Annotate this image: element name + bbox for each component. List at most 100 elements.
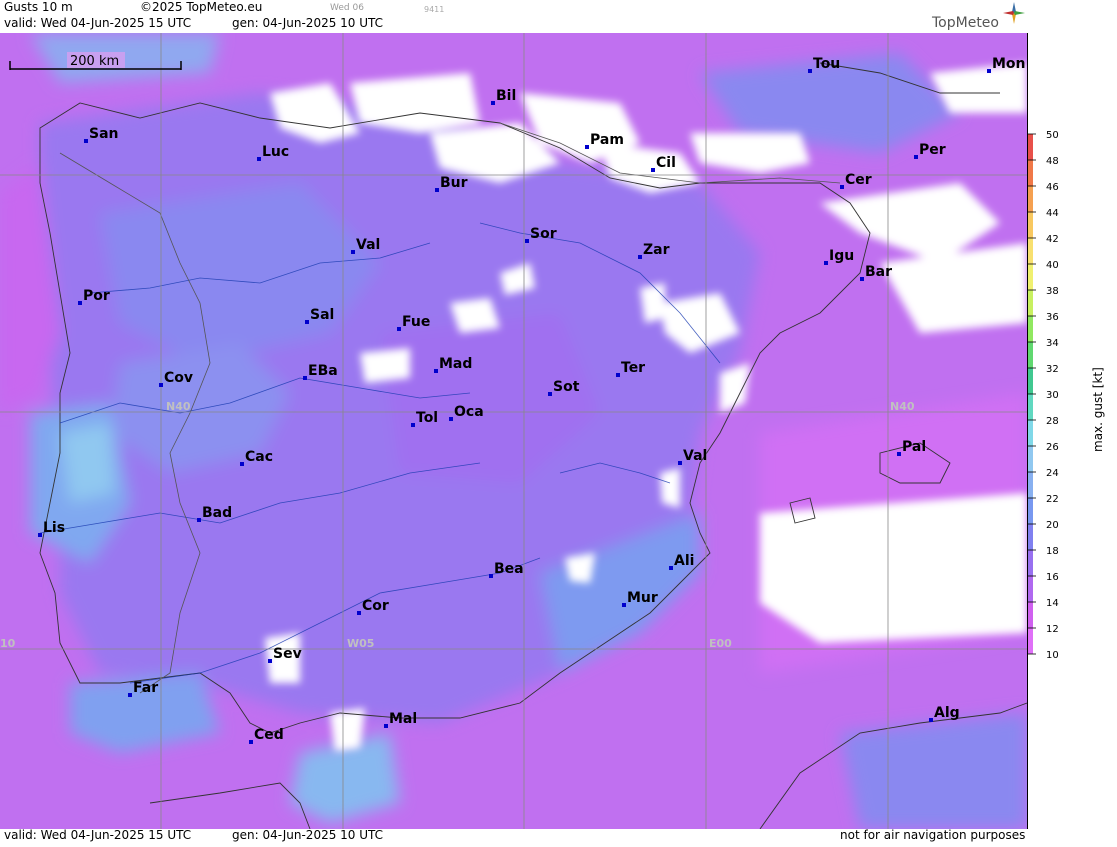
city-dot (434, 369, 438, 373)
city-label: Lis (43, 520, 65, 536)
legend-swatch (1028, 290, 1033, 316)
legend-swatch (1028, 498, 1033, 524)
grid-label-n40: N40 (166, 400, 191, 413)
legend-swatch (1028, 134, 1033, 160)
footer-disclaimer: not for air navigation purposes (840, 828, 1026, 842)
city-label: Mad (439, 356, 472, 372)
city-marker-bur: Bur (435, 175, 468, 192)
city-marker-val: Val (351, 237, 380, 254)
city-label: Cor (362, 598, 389, 614)
city-marker-alg: Alg (929, 705, 960, 722)
city-marker-sal: Sal (305, 307, 334, 324)
city-label: Ced (254, 727, 284, 743)
city-dot (249, 740, 253, 744)
city-label: Bil (496, 88, 516, 104)
legend-tick-label: 12 (1046, 624, 1059, 635)
city-label: Pam (590, 132, 624, 148)
legend-tick-label: 30 (1046, 390, 1059, 401)
city-dot (489, 574, 493, 578)
city-dot (824, 261, 828, 265)
city-marker-bea: Bea (489, 561, 524, 578)
city-marker-tou: Tou (808, 56, 840, 73)
gust-map[interactable]: N40 N40 W05 E00 10 200 km San Luc Bil Pam Ci… (0, 33, 1028, 829)
city-dot (525, 239, 529, 243)
legend-swatch (1028, 628, 1033, 654)
city-dot (384, 724, 388, 728)
city-marker-pam: Pam (585, 132, 624, 149)
city-label: Cac (245, 449, 273, 465)
footer-valid-time: valid: Wed 04-Jun-2025 15 UTC (4, 828, 192, 842)
day-label: Wed 06 (330, 3, 364, 13)
city-dot (616, 373, 620, 377)
city-dot (669, 566, 673, 570)
city-label: Fue (402, 314, 430, 330)
generated-time: gen: 04-Jun-2025 10 UTC (232, 16, 384, 30)
city-marker-mad: Mad (434, 356, 472, 373)
city-dot (159, 383, 163, 387)
city-label: Val (356, 237, 380, 253)
legend-swatch (1028, 212, 1033, 238)
city-marker-mal: Mal (384, 711, 417, 728)
legend-tick-label: 42 (1046, 234, 1059, 245)
grid-label-n40-east: N40 (890, 400, 915, 413)
footer-bar: valid: Wed 04-Jun-2025 15 UTC gen: 04-Ju… (0, 828, 1027, 843)
city-marker-sev: Sev (268, 646, 302, 663)
city-marker-pal: Pal (897, 439, 926, 456)
city-label: San (89, 126, 119, 142)
city-dot (411, 423, 415, 427)
legend-tick-label: 20 (1046, 520, 1059, 531)
city-label: Bad (202, 505, 232, 521)
city-dot (638, 255, 642, 259)
legend-tick-label: 16 (1046, 572, 1059, 583)
city-label: Pal (902, 439, 926, 455)
city-dot (197, 518, 201, 522)
city-label: Per (919, 142, 946, 158)
legend-tick-label: 28 (1046, 416, 1059, 427)
city-dot (548, 392, 552, 396)
city-dot (897, 452, 901, 456)
city-marker-oca: Oca (449, 404, 484, 421)
legend-tick-label: 24 (1046, 468, 1059, 479)
city-dot (257, 157, 261, 161)
city-dot (914, 155, 918, 159)
city-label: Bea (494, 561, 524, 577)
legend-swatch (1028, 186, 1033, 212)
city-dot (397, 327, 401, 331)
city-label: Cer (845, 172, 872, 188)
legend-swatch (1028, 264, 1033, 290)
city-label: Tou (813, 56, 840, 72)
legend-swatch (1028, 368, 1033, 394)
city-marker-cer: Cer (840, 172, 872, 189)
city-label: Por (83, 288, 110, 304)
legend-swatch (1028, 238, 1033, 264)
city-dot (357, 611, 361, 615)
city-label: Igu (829, 248, 854, 264)
city-marker-per: Per (914, 142, 946, 159)
city-label: EBa (308, 363, 338, 379)
city-marker-igu: Igu (824, 248, 854, 265)
city-label: Zar (643, 242, 670, 258)
scale-bar-label: 200 km (70, 54, 119, 69)
city-marker-ter: Ter (616, 360, 645, 377)
legend-swatch (1028, 420, 1033, 446)
city-label: Far (133, 680, 158, 696)
legend-canvas: 50 48 46 44 42 40 38 36 34 32 30 28 26 24 22 20 18 16 14 12… (1028, 130, 1105, 661)
city-marker-zar: Zar (638, 242, 670, 259)
city-dot (84, 139, 88, 143)
city-marker-cov: Cov (159, 370, 193, 387)
city-marker-bar: Bar (860, 264, 892, 281)
copyright: ©2025 TopMeteo.eu (140, 0, 263, 14)
legend-swatch (1028, 472, 1033, 498)
legend-swatch (1028, 316, 1033, 342)
city-marker-sot: Sot (548, 379, 580, 396)
grid-label-10: 10 (0, 637, 16, 650)
legend-title: max. gust [kt] (1091, 367, 1105, 452)
city-label: Cil (656, 155, 676, 171)
city-dot (929, 718, 933, 722)
city-label: Sev (273, 646, 302, 662)
product-title: Gusts 10 m (4, 0, 73, 14)
color-legend: 50 48 46 44 42 40 38 36 34 32 30 28 26 24 22 20 18 16 14 12… (1028, 0, 1117, 843)
legend-tick-label: 32 (1046, 364, 1059, 375)
city-marker-fue: Fue (397, 314, 430, 331)
city-marker-bad: Bad (197, 505, 232, 522)
